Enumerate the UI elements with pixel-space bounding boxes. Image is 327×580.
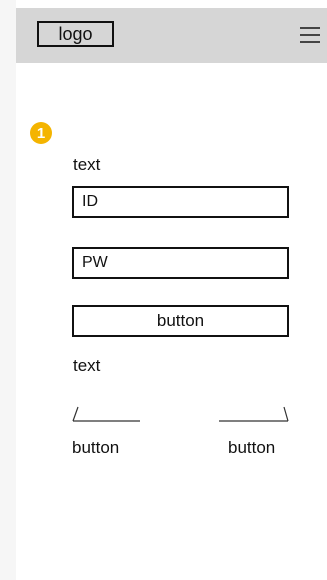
password-field[interactable]: PW — [72, 247, 289, 279]
left-footer-button[interactable]: button — [72, 438, 119, 458]
password-field-text: PW — [82, 254, 108, 271]
right-footer-button[interactable]: button — [228, 438, 275, 458]
logo[interactable]: logo — [37, 21, 114, 47]
menu-line — [300, 41, 320, 43]
logo-text: logo — [58, 23, 93, 44]
left-divider-line — [72, 406, 140, 422]
bottom-text-label: text — [73, 356, 101, 375]
app-header: logo — [16, 8, 327, 63]
id-field-text: ID — [82, 193, 98, 210]
id-field[interactable]: ID — [72, 186, 289, 218]
step-number-badge: 1 — [30, 122, 52, 144]
submit-button-label: button — [156, 311, 205, 330]
hamburger-menu-icon[interactable] — [300, 25, 322, 45]
right-divider-line — [219, 406, 289, 422]
device-frame — [16, 0, 327, 580]
menu-line — [300, 27, 320, 29]
submit-button[interactable]: button — [72, 305, 289, 337]
top-text-label: text — [73, 155, 101, 174]
menu-line — [300, 34, 320, 36]
